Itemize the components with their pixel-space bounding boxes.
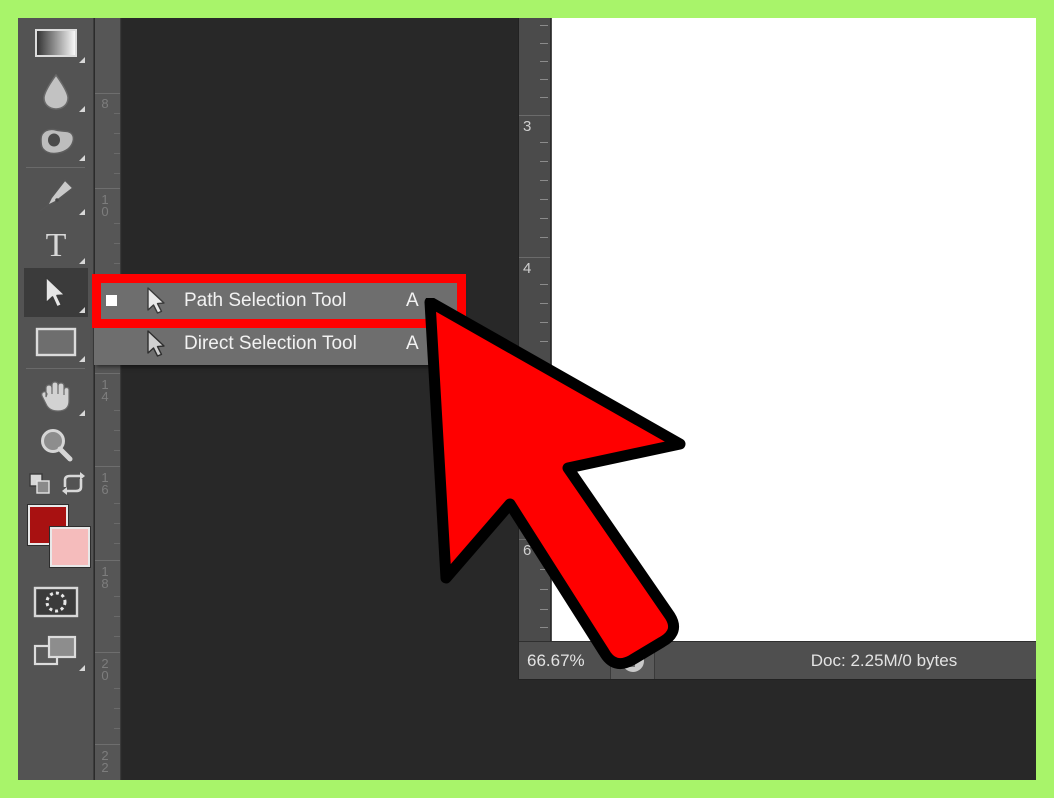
ruler-label: 8: [101, 96, 109, 111]
swap-colors-icon: [61, 472, 85, 495]
tool-blur[interactable]: [24, 67, 88, 116]
path-selection-arrow-icon: [44, 275, 66, 308]
tool-pen[interactable]: [24, 170, 88, 219]
background-color-swatch[interactable]: [48, 526, 91, 568]
rectangle-icon: [35, 327, 76, 356]
workspace-area: 3 4 6 66.67% Doc: 2.25M/0 bytes: [122, 18, 1036, 780]
ruler-label: 3: [523, 118, 532, 135]
tool-path-selection[interactable]: [23, 268, 88, 317]
workspace-ruler[interactable]: 8 10 14 16 18 2 0 2 2: [95, 18, 121, 780]
flyout-triangle-icon: [78, 155, 85, 161]
document-window: 3 4 6 66.67% Doc: 2.25M/0 bytes: [518, 18, 1036, 680]
ruler-label: 14: [101, 377, 109, 404]
hand-icon: [40, 380, 70, 412]
tools-palette: T: [18, 18, 94, 780]
flyout-triangle-icon: [78, 209, 85, 215]
flyout-triangle-icon: [78, 57, 85, 63]
screen-mode-button[interactable]: [24, 626, 88, 675]
path-selection-arrow-icon: [128, 286, 184, 316]
doc-thumbnail-icon: [621, 649, 644, 672]
document-vertical-ruler[interactable]: 3 4 6: [519, 18, 551, 641]
flyout-triangle-icon: [78, 665, 85, 671]
flyout-item-label: Direct Selection Tool: [184, 332, 357, 354]
zoom-level-field[interactable]: 66.67%: [519, 642, 611, 679]
ruler-label: 22: [101, 748, 109, 775]
svg-text:T: T: [45, 227, 66, 262]
flyout-item-label: Path Selection Tool: [184, 289, 347, 311]
ruler-label: 16: [101, 470, 109, 497]
quick-mask-button[interactable]: [24, 577, 88, 626]
flyout-item-shortcut: A: [406, 289, 419, 311]
screenshot-root: T 8 1 0 1 4 1 6 1 8 2 0 2 2 3 4 6 66.67%…: [0, 0, 1054, 798]
tool-gradient[interactable]: [24, 18, 88, 67]
tool-dodge[interactable]: [24, 116, 88, 165]
document-status-bar: 66.67% Doc: 2.25M/0 bytes: [519, 641, 1036, 679]
path-selection-flyout: Path Selection Tool A Direct Selection T…: [94, 279, 460, 365]
droplet-icon: [42, 73, 69, 110]
tool-zoom[interactable]: [24, 420, 88, 469]
gradient-icon: [34, 28, 77, 57]
photoshop-window: T 8 1 0 1 4 1 6 1 8 2 0 2 2 3 4 6 66.67%…: [18, 18, 1036, 780]
flyout-triangle-icon: [78, 307, 85, 313]
ruler-label: 18: [101, 564, 109, 591]
default-colors-icon: [28, 473, 50, 494]
flyout-triangle-icon: [78, 106, 85, 112]
ruler-label: 6: [523, 542, 532, 559]
flyout-item-path-selection[interactable]: Path Selection Tool A: [94, 279, 460, 322]
magnifier-icon: [40, 428, 72, 461]
tool-hand[interactable]: [24, 371, 88, 420]
ruler-label: 4: [523, 260, 532, 277]
document-info-text[interactable]: Doc: 2.25M/0 bytes: [655, 642, 1036, 679]
document-canvas[interactable]: [552, 18, 1036, 641]
flyout-triangle-icon: [78, 356, 85, 362]
dodge-icon: [39, 128, 74, 154]
ruler-label: 20: [101, 656, 109, 683]
tool-rectangle[interactable]: [24, 317, 88, 366]
flyout-item-shortcut: A: [406, 332, 419, 354]
zoom-level-value: 66.67%: [527, 650, 585, 670]
flyout-triangle-icon: [78, 410, 85, 416]
ruler-label: 10: [101, 192, 109, 219]
active-tool-bullet: [94, 295, 128, 306]
direct-selection-arrow-icon: [128, 329, 184, 359]
pen-icon: [39, 178, 74, 212]
tool-divider: [26, 368, 85, 369]
tool-divider: [26, 167, 85, 168]
quick-mask-icon: [33, 586, 78, 617]
screen-mode-icon: [33, 635, 76, 665]
flyout-item-direct-selection[interactable]: Direct Selection Tool A: [94, 322, 460, 365]
color-control-shortcuts: [24, 469, 88, 499]
color-swatches: [24, 503, 91, 577]
type-icon: T: [45, 227, 66, 262]
doc-thumbnail-button[interactable]: [611, 642, 655, 679]
doc-info-value: Doc: 2.25M/0 bytes: [810, 650, 958, 670]
flyout-triangle-icon: [78, 258, 85, 264]
tool-type[interactable]: T: [24, 219, 88, 268]
